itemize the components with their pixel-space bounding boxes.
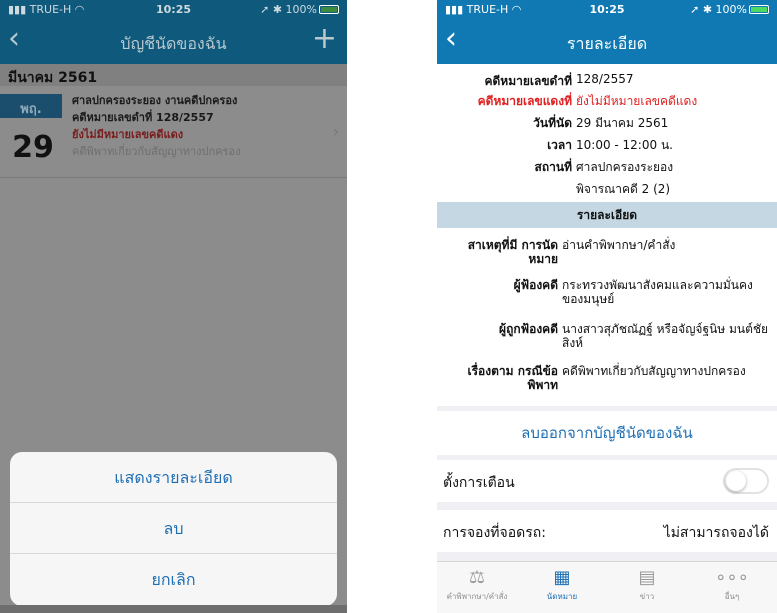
news-icon: ▤	[638, 567, 656, 588]
black-case-value: 128/2557	[576, 72, 634, 86]
subject-value: คดีพิพาทเกี่ยวกับสัญญาทางปกครอง	[562, 364, 746, 378]
date-key: วันที่นัด	[533, 116, 572, 130]
case-summary-panel: คดีหมายเลขดำที่ 128/2557 คดีหมายเลขแดงที…	[437, 64, 777, 202]
delete-button[interactable]: ลบ	[10, 503, 337, 554]
action-sheet: แสดงรายละเอียด ลบ ยกเลิก	[10, 452, 337, 606]
calendar-icon: ▦	[553, 567, 571, 588]
tab-bar: ⚖ คำพิพากษา/คำสั่ง ▦ นัดหมาย ▤ ข่าว ∘∘∘ …	[437, 561, 777, 613]
date-value: 29 มีนาคม 2561	[576, 116, 669, 130]
location-key: สถานที่	[534, 160, 572, 174]
reason-value: อ่านคำพิพากษา/คำสั่ง	[562, 238, 676, 252]
nav-bar: ‹ บัญชีนัดของฉัน +	[0, 20, 347, 64]
cancel-button[interactable]: ยกเลิก	[10, 554, 337, 605]
more-icon: ∘∘∘	[715, 567, 749, 588]
nav-title: รายละเอียด	[566, 34, 648, 53]
tab-news-label: ข่าว	[639, 592, 655, 601]
battery-icon	[319, 5, 339, 14]
section-header-details: รายละเอียด	[437, 202, 777, 228]
date-row: วันที่นัด 29 มีนาคม 2561	[437, 114, 777, 134]
bluetooth-icon: ✱	[272, 3, 283, 16]
battery-text: 100%	[285, 3, 317, 16]
toggle-knob	[726, 471, 746, 491]
tab-bar-dimmed	[0, 605, 347, 613]
location-icon: ➚	[260, 3, 270, 16]
black-case-key: คดีหมายเลขดำที่	[484, 74, 572, 88]
battery-text: 100%	[715, 3, 747, 16]
tab-news[interactable]: ▤ ข่าว	[607, 566, 687, 603]
room-value: พิจารณาคดี 2 (2)	[576, 182, 671, 196]
court-name: ศาลปกครองระยอง งานคดีปกครอง	[72, 94, 238, 107]
time-row: เวลา 10:00 - 12:00 น.	[437, 136, 777, 156]
appointment-list-item[interactable]: พฤ. 29 ศาลปกครองระยอง งานคดีปกครอง คดีหม…	[0, 86, 347, 178]
set-alert-label: ตั้งการเตือน	[443, 475, 515, 491]
day-of-week-badge: พฤ.	[0, 94, 62, 118]
red-case-value: ยังไม่มีหมายเลขคดีแดง	[576, 94, 698, 108]
back-chevron-icon[interactable]: ‹	[445, 24, 457, 54]
back-chevron-icon[interactable]: ‹	[8, 24, 20, 54]
time-value: 10:00 - 12:00 น.	[576, 138, 673, 152]
defendant-value: นางสาวสุภัชณัฏฐ์ หรือจัญจ์ฐนิษ มนต์ชัยสิ…	[562, 322, 769, 350]
appointment-summary: ศาลปกครองระยอง งานคดีปกครอง คดีหมายเลขดำ…	[72, 92, 327, 160]
show-details-button[interactable]: แสดงรายละเอียด	[10, 452, 337, 503]
parking-label: การจองที่จอดรถ:	[443, 525, 546, 541]
chevron-right-icon: ›	[332, 122, 339, 141]
set-alert-row: ตั้งการเตือน	[437, 460, 777, 502]
remove-from-my-appointments-button[interactable]: ลบออกจากบัญชีนัดของฉัน	[437, 411, 777, 455]
phone-left-screen: ▮▮▮ TRUE-H ◠ 10:25 ➚ ✱ 100% ‹ บัญชีนัดขอ…	[0, 0, 347, 613]
nav-bar: ‹ รายละเอียด	[437, 20, 777, 64]
nav-title: บัญชีนัดของฉัน	[120, 34, 227, 53]
parking-row: การจองที่จอดรถ: ไม่สามารถจองได้	[437, 510, 777, 552]
tab-appointments[interactable]: ▦ นัดหมาย	[522, 566, 602, 603]
room-row: พิจารณาคดี 2 (2)	[437, 180, 777, 200]
case-type: คดีพิพาทเกี่ยวกับสัญญาทางปกครอง	[72, 145, 241, 158]
battery-icon	[749, 5, 769, 14]
phone-right-screen: ▮▮▮ TRUE-H ◠ 10:25 ➚ ✱ 100% ‹ รายละเอียด…	[437, 0, 777, 613]
red-case-key: คดีหมายเลขแดงที่	[477, 94, 572, 108]
time-key: เวลา	[547, 138, 572, 152]
location-value: ศาลปกครองระยอง	[576, 160, 674, 174]
plaintiff-key: ผู้ฟ้องคดี	[513, 278, 558, 292]
tab-appointments-label: นัดหมาย	[546, 592, 578, 601]
plaintiff-value: กระทรวงพัฒนาสังคมและความมั่นคงของมนุษย์	[562, 278, 753, 306]
tab-judgments[interactable]: ⚖ คำพิพากษา/คำสั่ง	[437, 566, 517, 603]
subject-key: เรื่องตาม กรณีข้อพิพาท	[467, 364, 559, 392]
tab-more[interactable]: ∘∘∘ อื่นๆ	[692, 566, 772, 603]
case-details-panel: สาเหตุที่มี การนัดหมาย อ่านคำพิพากษา/คำส…	[437, 228, 777, 406]
bluetooth-icon: ✱	[702, 3, 713, 16]
location-icon: ➚	[690, 3, 700, 16]
battery-status: ➚ ✱ 100%	[260, 3, 339, 16]
tab-judgments-label: คำพิพากษา/คำสั่ง	[446, 592, 508, 601]
date-column: พฤ. 29	[0, 86, 66, 178]
battery-status: ➚ ✱ 100%	[690, 3, 769, 16]
status-bar: ▮▮▮ TRUE-H ◠ 10:25 ➚ ✱ 100%	[437, 0, 777, 20]
reason-key: สาเหตุที่มี การนัดหมาย	[467, 238, 558, 266]
defendant-key: ผู้ถูกฟ้องคดี	[499, 322, 558, 336]
gavel-icon: ⚖	[468, 567, 486, 588]
parking-value: ไม่สามารถจองได้	[663, 525, 769, 541]
black-case-row: คดีหมายเลขดำที่ 128/2557	[437, 72, 777, 92]
red-case-row: คดีหมายเลขแดงที่ ยังไม่มีหมายเลขคดีแดง	[437, 92, 777, 112]
red-case-status: ยังไม่มีหมายเลขคดีแดง	[72, 128, 184, 141]
tab-more-label: อื่นๆ	[724, 592, 740, 601]
add-plus-icon[interactable]: +	[312, 24, 337, 54]
location-row: สถานที่ ศาลปกครองระยอง	[437, 158, 777, 178]
day-number: 29	[12, 130, 54, 165]
alert-toggle[interactable]	[723, 468, 769, 494]
status-bar: ▮▮▮ TRUE-H ◠ 10:25 ➚ ✱ 100%	[0, 0, 347, 20]
black-case-number: คดีหมายเลขดำที่ 128/2557	[72, 111, 214, 124]
month-header: มีนาคม 2561	[0, 64, 347, 86]
